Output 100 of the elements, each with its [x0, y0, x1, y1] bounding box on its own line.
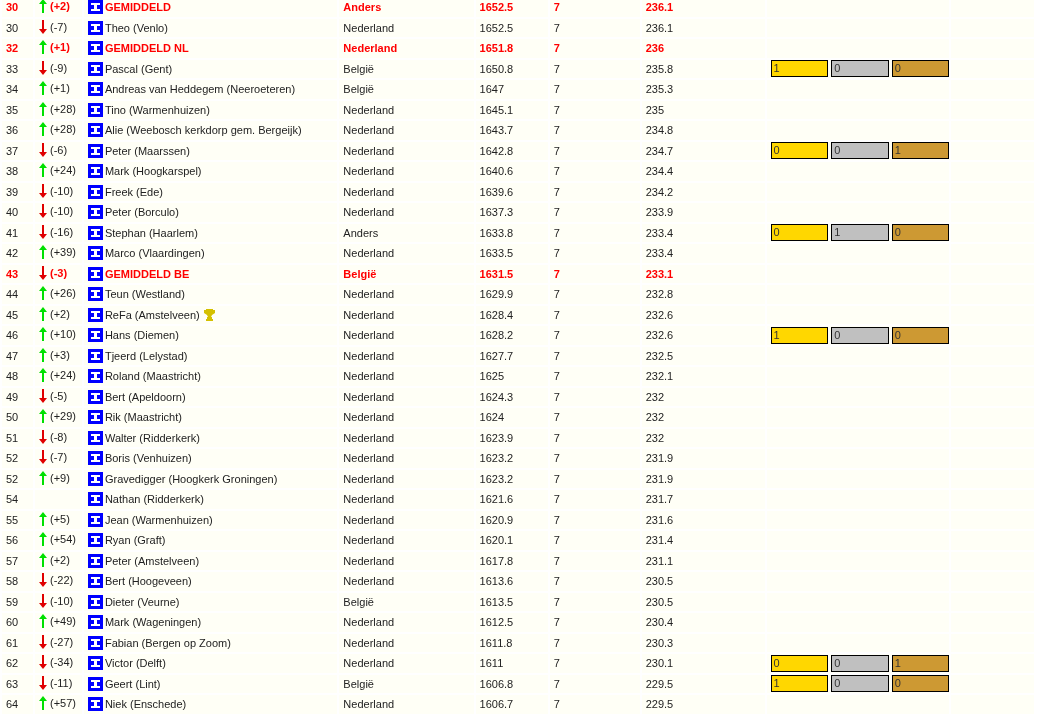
rank-change: (+1) — [49, 82, 70, 95]
country-name: Anders — [343, 226, 379, 239]
rank-change: (+24) — [49, 164, 76, 177]
score-value: 1629.9 — [479, 288, 514, 301]
rank-change: (+2) — [49, 0, 70, 13]
average-score: 235 — [645, 103, 665, 116]
average-score: 231.7 — [645, 493, 674, 506]
score-value: 1633.5 — [479, 247, 514, 260]
player-name: Rik (Maastricht) — [104, 411, 182, 424]
games-count: 7 — [553, 206, 560, 219]
score-value: 1642.8 — [479, 144, 514, 157]
average-score: 234.4 — [645, 165, 674, 178]
games-count: 7 — [553, 677, 560, 690]
country-name: België — [343, 677, 374, 690]
average-score: 236.1 — [645, 1, 674, 14]
games-count: 7 — [553, 124, 560, 137]
rank-number: 36 — [6, 124, 19, 137]
average-score: 232.1 — [645, 370, 674, 383]
rank-number: 61 — [6, 636, 19, 649]
rank-number: 43 — [6, 267, 19, 280]
rank-number: 63 — [6, 677, 19, 690]
average-score: 233.4 — [645, 226, 674, 239]
country-name: Nederland — [343, 698, 395, 711]
player-name: Alie (Weebosch kerkdorp gem. Bergeijk) — [104, 124, 302, 137]
country-name: Nederland — [343, 185, 395, 198]
rank-change: (+26) — [49, 287, 76, 300]
player-name: Marco (Vlaardingen) — [104, 247, 205, 260]
player-name: Walter (Ridderkerk) — [104, 431, 200, 444]
average-score: 231.6 — [645, 513, 674, 526]
rank-number: 60 — [6, 616, 19, 629]
player-name: Roland (Maastricht) — [104, 370, 201, 383]
country-name: Nederland — [343, 103, 395, 116]
score-value: 1625 — [479, 370, 505, 383]
rank-number: 54 — [6, 493, 19, 506]
score-value: 1651.8 — [479, 42, 514, 55]
rank-number: 39 — [6, 185, 19, 198]
country-name: Nederland — [343, 411, 395, 424]
score-value: 1611 — [479, 657, 504, 670]
player-name: Andreas van Heddegem (Neeroeteren) — [104, 83, 296, 96]
rank-change: (-8) — [49, 430, 68, 443]
player-name: Peter (Maarssen) — [104, 144, 190, 157]
country-name: Nederland — [343, 554, 395, 567]
player-name: Nathan (Ridderkerk) — [104, 493, 204, 506]
rank-number: 64 — [6, 698, 19, 711]
second-place-count: 1 — [831, 224, 889, 242]
rank-change: (+49) — [49, 615, 76, 628]
rank-number: 40 — [6, 206, 19, 219]
player-name: Tino (Warmenhuizen) — [104, 103, 210, 116]
rank-number: 37 — [6, 144, 19, 157]
player-name: Freek (Ede) — [104, 185, 163, 198]
rank-change: (+5) — [49, 512, 70, 525]
games-count: 7 — [553, 513, 560, 526]
score-value: 1620.9 — [479, 513, 514, 526]
rank-number: 62 — [6, 657, 19, 670]
country-name: Nederland — [343, 431, 395, 444]
player-name: Dieter (Veurne) — [104, 595, 180, 608]
games-count: 7 — [553, 534, 560, 547]
player-name: Ryan (Graft) — [104, 534, 166, 547]
average-score: 229.5 — [645, 677, 674, 690]
rank-change: (+2) — [49, 553, 70, 566]
country-name: Nederland — [343, 144, 395, 157]
score-value: 1652.5 — [479, 1, 514, 14]
second-place-count: 0 — [831, 142, 889, 160]
rank-change: (+3) — [49, 348, 70, 361]
games-count: 7 — [553, 103, 560, 116]
rank-change: (-7) — [49, 451, 68, 464]
rank-number: 30 — [6, 1, 19, 14]
score-value: 1639.6 — [479, 185, 514, 198]
rank-change: (+28) — [49, 123, 76, 136]
average-score: 231.4 — [645, 534, 674, 547]
country-name: België — [343, 83, 374, 96]
average-score: 232.6 — [645, 308, 674, 321]
second-place-count: 0 — [831, 60, 889, 78]
country-name: België — [343, 267, 377, 280]
rank-change: (-11) — [49, 676, 73, 689]
player-name: Hans (Diemen) — [104, 329, 179, 342]
score-value: 1623.2 — [479, 472, 514, 485]
average-score: 233.1 — [645, 267, 674, 280]
player-name: Gravedigger (Hoogkerk Groningen) — [104, 472, 278, 485]
rank-number: 57 — [6, 554, 19, 567]
rank-number: 44 — [6, 288, 19, 301]
games-count: 7 — [553, 185, 560, 198]
player-name: GEMIDDELD — [104, 1, 171, 14]
games-count: 7 — [553, 431, 560, 444]
score-value: 1643.7 — [479, 124, 514, 137]
country-name: België — [343, 62, 374, 75]
rank-number: 35 — [6, 103, 19, 116]
player-name: Geert (Lint) — [104, 677, 161, 690]
country-name: Nederland — [343, 636, 395, 649]
country-name: Nederland — [343, 657, 395, 670]
score-value: 1637.3 — [479, 206, 514, 219]
rank-change: (-9) — [49, 61, 68, 74]
average-score: 236.1 — [645, 21, 674, 34]
games-count: 7 — [553, 165, 560, 178]
rank-number: 45 — [6, 308, 19, 321]
rank-change: (-3) — [49, 266, 68, 279]
player-name: Victor (Delft) — [104, 657, 166, 670]
rank-number: 52 — [6, 472, 19, 485]
first-place-count: 1 — [770, 675, 829, 693]
games-count: 7 — [553, 657, 560, 670]
